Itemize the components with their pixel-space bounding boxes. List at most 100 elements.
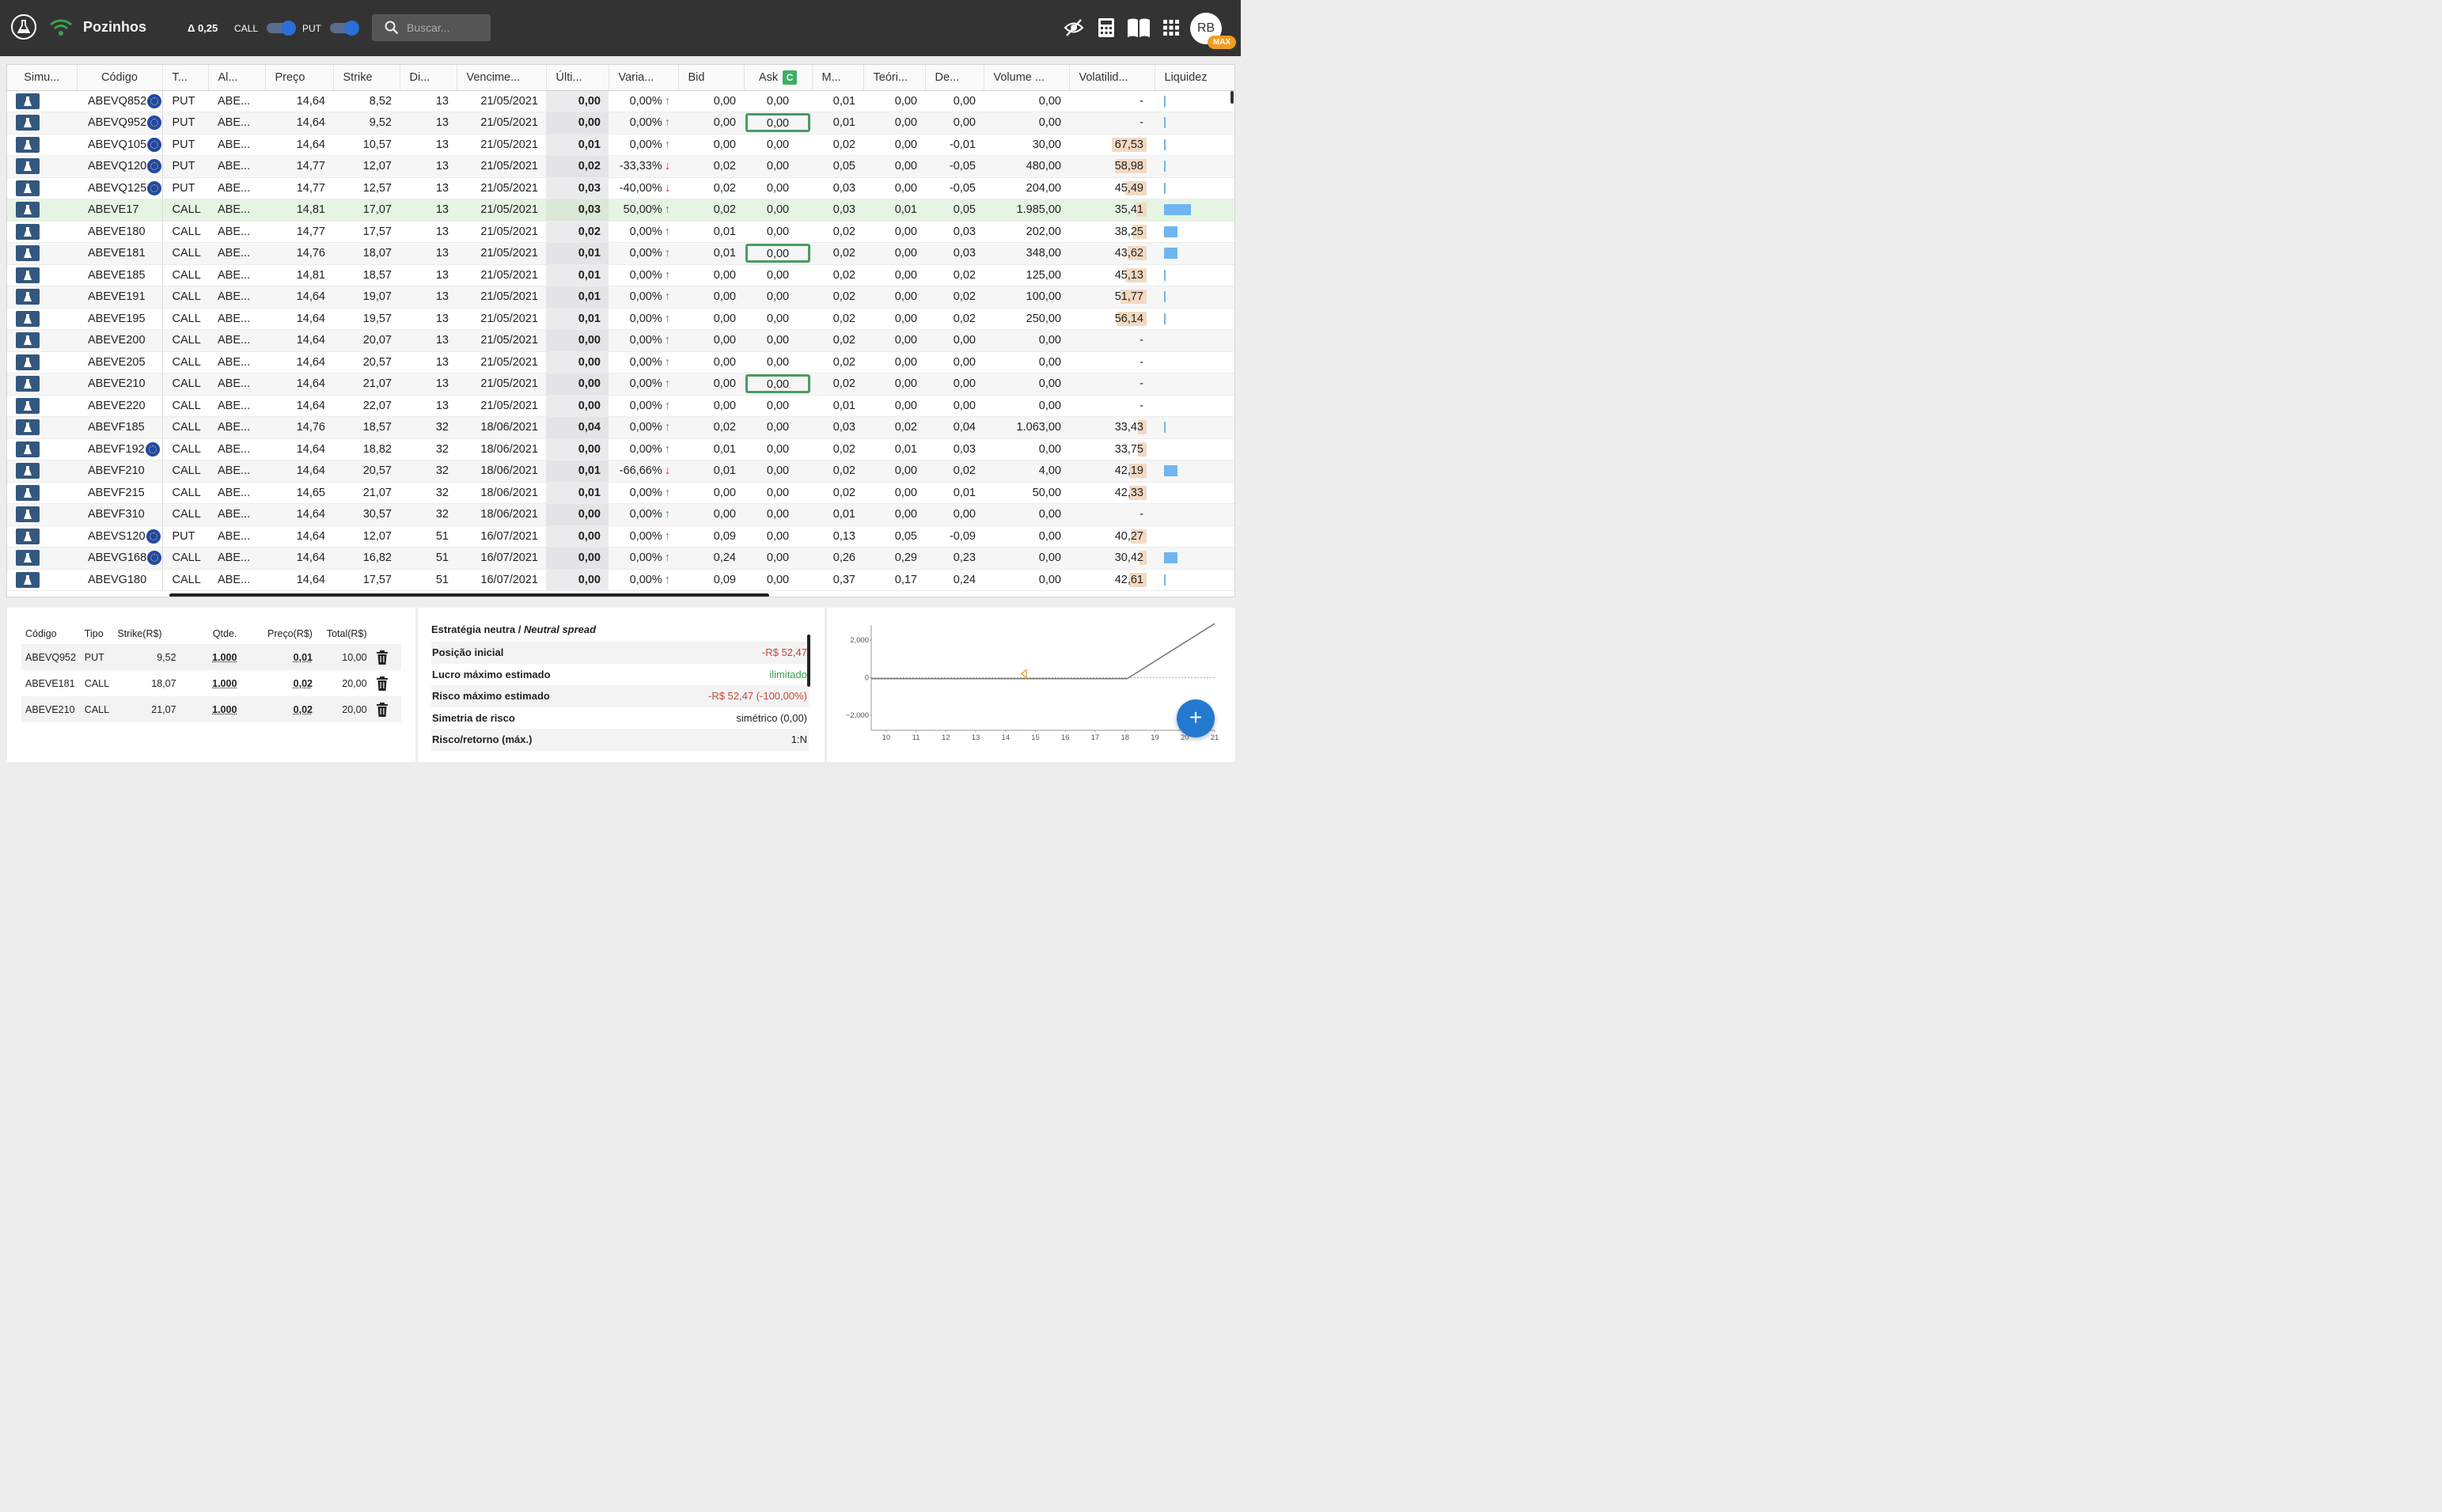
column-header-11[interactable]: Ask C [744,65,813,91]
table-row[interactable]: ABEVE181 CALL ABE... 14,76 18,07 13 21/05/2021… [7,242,1234,265]
put-toggle[interactable] [330,21,360,36]
simulate-button[interactable] [16,245,40,262]
ask-value[interactable]: 0,00 [745,266,810,285]
ask-cell[interactable]: 0,00 [744,329,812,352]
option-code[interactable]: ABEVF192 [77,438,162,460]
ask-value[interactable]: 0,00 [745,353,810,372]
leg-price-value[interactable]: 0,01 [294,652,313,663]
table-row[interactable]: ABEVG168 CALL ABE... 14,64 16,82 51 16/07/2021… [7,547,1234,570]
option-code[interactable]: ABEVQ125 [77,177,162,199]
leg-price[interactable]: 0,01 [241,644,317,670]
simulate-button[interactable] [16,441,40,457]
ask-cell[interactable]: 0,00 [744,134,812,156]
simulate-button[interactable] [16,332,40,349]
option-code[interactable]: ABEVQ120 [77,155,162,178]
option-code[interactable]: ABEVE205 [77,351,162,373]
ask-selected-box[interactable]: 0,00 [745,244,810,263]
horizontal-scrollbar[interactable] [169,593,769,597]
column-header-2[interactable]: T... [162,65,209,91]
ask-value[interactable]: 0,00 [745,440,810,459]
ask-cell[interactable]: 0,00 [744,547,812,570]
table-row[interactable]: ABEVQ125 PUT ABE... 14,77 12,57 13 21/05/2021 0… [7,177,1234,199]
ask-value[interactable]: 0,00 [745,157,810,176]
table-row[interactable]: ABEVG180 CALL ABE... 14,64 17,57 51 16/07/2021… [7,569,1234,591]
leg-price-value[interactable]: 0,02 [294,704,313,715]
option-code[interactable]: ABEVG180 [77,569,162,591]
table-row[interactable]: ABEVE210 CALL ABE... 14,64 21,07 13 21/05/2021… [7,373,1234,396]
table-row[interactable]: ABEVE195 CALL ABE... 14,64 19,57 13 21/05/2021… [7,308,1234,330]
table-row[interactable]: ABEVE180 CALL ABE... 14,77 17,57 13 21/05/2021… [7,221,1234,243]
simulate-button[interactable] [16,376,40,392]
ask-value[interactable]: 0,00 [745,570,810,589]
table-row[interactable]: ABEVE191 CALL ABE... 14,64 19,07 13 21/05/2021… [7,286,1234,309]
trash-icon[interactable] [376,702,389,717]
ask-value[interactable]: 0,00 [745,548,810,567]
simulate-button[interactable] [16,506,40,523]
column-header-14[interactable]: De... [925,65,984,91]
ask-value[interactable]: 0,00 [745,527,810,546]
simulate-button[interactable] [16,93,40,109]
option-code[interactable]: ABEVF210 [77,460,162,483]
leg-price[interactable]: 0,02 [241,670,317,696]
option-code[interactable]: ABEVF215 [77,482,162,504]
ask-value[interactable]: 0,00 [745,92,810,111]
column-header-0[interactable]: Simu... [7,65,78,91]
vertical-scrollbar[interactable] [1230,91,1234,104]
add-button[interactable]: + [1177,699,1215,737]
leg-quantity[interactable]: 1.000 [180,696,242,722]
column-header-9[interactable]: Varia... [609,65,679,91]
ask-selected-box[interactable]: 0,00 [745,374,810,394]
trash-icon[interactable] [376,650,389,665]
ask-value[interactable]: 0,00 [745,179,810,198]
option-code[interactable]: ABEVE210 [77,373,162,396]
ask-cell[interactable]: 0,00 [744,90,812,112]
ask-value[interactable]: 0,00 [745,309,810,328]
option-code[interactable]: ABEVF185 [77,416,162,439]
leg-quantity-value[interactable]: 1.000 [212,704,237,715]
ask-value[interactable]: 0,00 [745,505,810,524]
ask-cell[interactable]: 0,00 [744,416,812,439]
column-header-3[interactable]: Al... [208,65,266,91]
simulate-button[interactable] [16,267,40,283]
apps-grid-icon[interactable] [1163,20,1179,36]
ask-cell[interactable]: 0,00 [744,242,812,265]
calculator-icon[interactable] [1097,17,1116,38]
option-code[interactable]: ABEVQ105 [77,134,162,156]
option-code[interactable]: ABEVQ952 [77,112,162,135]
option-code[interactable]: ABEVF310 [77,503,162,526]
option-code[interactable]: ABEVE181 [77,242,162,265]
ask-value[interactable]: 0,00 [745,461,810,480]
ask-value[interactable]: 0,00 [745,135,810,154]
table-row[interactable]: ABEVF210 CALL ABE... 14,64 20,57 32 18/06/2021… [7,460,1234,483]
simulate-button[interactable] [16,310,40,327]
table-row[interactable]: ABEVF310 CALL ABE... 14,64 30,57 32 18/06/2021… [7,503,1234,526]
simulate-button[interactable] [16,528,40,544]
simulate-button[interactable] [16,571,40,588]
ask-value[interactable]: 0,00 [745,287,810,306]
ask-cell[interactable]: 0,00 [744,525,812,548]
ask-cell[interactable]: 0,00 [744,438,812,460]
option-code[interactable]: ABEVE185 [77,264,162,286]
column-header-16[interactable]: Volatilid... [1069,65,1155,91]
hide-values-icon[interactable] [1064,17,1084,38]
simulate-button[interactable] [16,463,40,479]
search-input[interactable] [407,19,486,36]
table-row[interactable]: ABEVS120 PUT ABE... 14,64 12,07 51 16/07/2021 0… [7,525,1234,548]
ask-cell[interactable]: 0,00 [744,199,812,222]
ask-cell[interactable]: 0,00 [744,503,812,526]
ask-value[interactable]: 0,00 [745,200,810,219]
simulate-button[interactable] [16,419,40,436]
option-code[interactable]: ABEVE191 [77,286,162,309]
ask-cell[interactable]: 0,00 [744,112,812,135]
table-row[interactable]: ABEVE205 CALL ABE... 14,64 20,57 13 21/05/2021… [7,351,1234,373]
column-header-10[interactable]: Bid [678,65,745,91]
ask-value[interactable]: 0,00 [745,222,810,241]
table-row[interactable]: ABEVQ852 PUT ABE... 14,64 8,52 13 21/05/2021 0,… [7,90,1234,112]
table-row[interactable]: ABEVE185 CALL ABE... 14,81 18,57 13 21/05/2021… [7,264,1234,286]
table-row[interactable]: ABEVF185 CALL ABE... 14,76 18,57 32 18/06/2021… [7,416,1234,439]
column-header-12[interactable]: M... [812,65,864,91]
ask-cell[interactable]: 0,00 [744,264,812,286]
simulate-button[interactable] [16,180,40,196]
table-row[interactable]: ABEVQ120 PUT ABE... 14,77 12,07 13 21/05/2021 0… [7,155,1234,178]
option-code[interactable]: ABEVE17 [77,199,162,222]
